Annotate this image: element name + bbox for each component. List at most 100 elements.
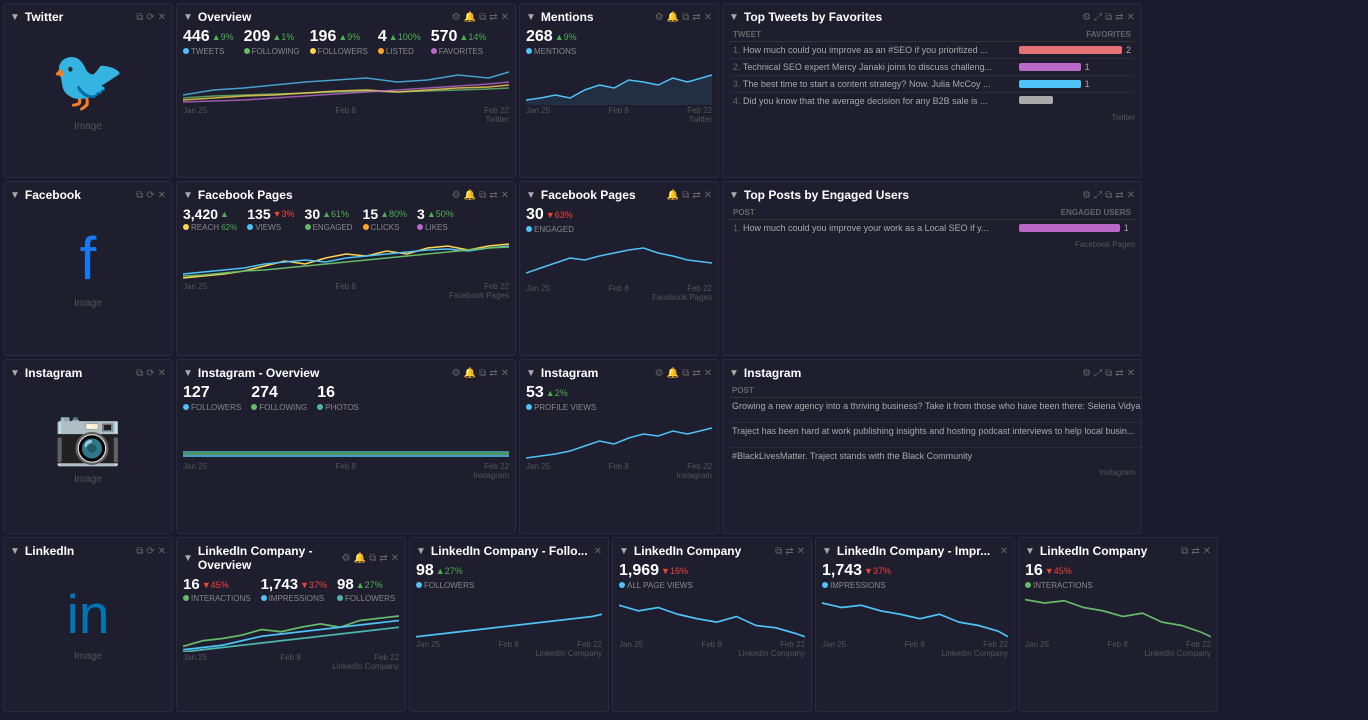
copy-icon[interactable]: ⧉ (1181, 546, 1188, 557)
gear-icon[interactable]: ⚙ (655, 368, 664, 379)
mentions-controls[interactable]: ⚙ 🔔 ⧉ ⇄ ✕ (655, 12, 712, 23)
resize-icon[interactable]: ⤢ (1094, 12, 1102, 23)
close-icon[interactable]: ✕ (1203, 546, 1211, 557)
arrow-icon: ▼ (526, 190, 536, 201)
close-icon[interactable]: ✕ (704, 190, 712, 201)
bell-icon[interactable]: 🔔 (464, 12, 476, 23)
copy-icon[interactable]: ⧉ (136, 12, 143, 23)
bell-icon[interactable]: 🔔 (667, 190, 679, 201)
share-icon[interactable]: ⇄ (489, 190, 497, 201)
copy-icon[interactable]: ⧉ (479, 190, 486, 201)
copy-icon[interactable]: ⧉ (1105, 368, 1112, 379)
close-icon[interactable]: ✕ (1127, 190, 1135, 201)
metric-reach: 3,420▲ REACH 62% (183, 206, 237, 232)
copy-icon[interactable]: ⧉ (775, 546, 782, 557)
share-icon[interactable]: ⇄ (1115, 12, 1123, 23)
close-icon[interactable]: ✕ (501, 12, 509, 23)
close-icon[interactable]: ✕ (1000, 546, 1008, 557)
resize-icon[interactable]: ⤢ (1094, 190, 1102, 201)
close-icon[interactable]: ✕ (594, 546, 602, 557)
panel-controls[interactable]: ⧉ ⟳ ✕ (136, 12, 166, 23)
share-icon[interactable]: ⇄ (489, 368, 497, 379)
close-icon[interactable]: ✕ (158, 368, 166, 379)
share-icon[interactable]: ⇄ (1115, 190, 1123, 201)
refresh-icon[interactable]: ⟳ (146, 12, 154, 23)
gear-icon[interactable]: ⚙ (342, 553, 351, 564)
bell-icon[interactable]: 🔔 (667, 368, 679, 379)
fb-pages-controls[interactable]: 🔔 ⧉ ⇄ ✕ (667, 190, 712, 201)
copy-icon[interactable]: ⧉ (479, 12, 486, 23)
top-tweets-controls[interactable]: ⚙ ⤢ ⧉ ⇄ ✕ (1082, 12, 1135, 23)
copy-icon[interactable]: ⧉ (682, 368, 689, 379)
ig-followers-label: FOLLOWERS (183, 403, 241, 412)
resize-icon[interactable]: ⤢ (1094, 368, 1102, 379)
gear-icon[interactable]: ⚙ (452, 12, 461, 23)
gear-icon[interactable]: ⚙ (655, 12, 664, 23)
close-icon[interactable]: ✕ (704, 12, 712, 23)
close-icon[interactable]: ✕ (704, 368, 712, 379)
refresh-icon[interactable]: ⟳ (146, 190, 154, 201)
li-company-last-panel: ▼ LinkedIn Company ⧉ ⇄ ✕ 16▼45% INTERACT… (1018, 537, 1218, 712)
fb-controls[interactable]: ⧉ ⟳ ✕ (136, 190, 166, 201)
bell-icon[interactable]: 🔔 (354, 553, 366, 564)
post-text: How much could you improve your work as … (743, 223, 988, 233)
li-co-last-source: LinkedIn Company (1025, 649, 1211, 658)
close-icon[interactable]: ✕ (158, 12, 166, 23)
close-icon[interactable]: ✕ (391, 553, 399, 564)
refresh-icon[interactable]: ⟳ (146, 546, 154, 557)
copy-icon[interactable]: ⧉ (1105, 190, 1112, 201)
copy-icon[interactable]: ⧉ (136, 190, 143, 201)
copy-icon[interactable]: ⧉ (369, 553, 376, 564)
copy-icon[interactable]: ⧉ (479, 368, 486, 379)
metric-mentions: 268▲9% MENTIONS (526, 28, 577, 56)
li-co-impressions-title: LinkedIn Company - Impr... (837, 544, 990, 558)
gear-icon[interactable]: ⚙ (1082, 190, 1091, 201)
close-icon[interactable]: ✕ (797, 546, 805, 557)
share-icon[interactable]: ⇄ (785, 546, 793, 557)
close-icon[interactable]: ✕ (501, 368, 509, 379)
followers-label: FOLLOWERS (310, 47, 368, 56)
ig-title: Instagram (541, 366, 598, 380)
copy-icon[interactable]: ⧉ (136, 368, 143, 379)
copy-icon[interactable]: ⧉ (682, 190, 689, 201)
li-co-overview-controls[interactable]: ⚙ 🔔 ⧉ ⇄ ✕ (342, 553, 399, 564)
copy-icon[interactable]: ⧉ (136, 546, 143, 557)
ig-posts-controls[interactable]: ⚙ ⤢ ⧉ ⇄ ✕ (1082, 368, 1135, 379)
fb-pages-overview-controls[interactable]: ⚙ 🔔 ⧉ ⇄ ✕ (452, 190, 509, 201)
bell-icon[interactable]: 🔔 (464, 190, 476, 201)
bell-icon[interactable]: 🔔 (464, 368, 476, 379)
mentions-pct: ▲9% (555, 32, 577, 42)
close-icon[interactable]: ✕ (1127, 368, 1135, 379)
top-posts-controls[interactable]: ⚙ ⤢ ⧉ ⇄ ✕ (1082, 190, 1135, 201)
li-co-last-controls[interactable]: ⧉ ⇄ ✕ (1181, 546, 1211, 557)
li-co-impressions-controls[interactable]: ✕ (1000, 546, 1008, 557)
copy-icon[interactable]: ⧉ (682, 12, 689, 23)
share-icon[interactable]: ⇄ (1191, 546, 1199, 557)
gear-icon[interactable]: ⚙ (452, 190, 461, 201)
copy-icon[interactable]: ⧉ (1105, 12, 1112, 23)
close-icon[interactable]: ✕ (1127, 12, 1135, 23)
share-icon[interactable]: ⇄ (489, 12, 497, 23)
share-icon[interactable]: ⇄ (692, 368, 700, 379)
gear-icon[interactable]: ⚙ (1082, 368, 1091, 379)
gear-icon[interactable]: ⚙ (1082, 12, 1091, 23)
ig-overview-controls[interactable]: ⚙ 🔔 ⧉ ⇄ ✕ (452, 368, 509, 379)
share-icon[interactable]: ⇄ (692, 12, 700, 23)
ig-panel-controls[interactable]: ⚙ 🔔 ⧉ ⇄ ✕ (655, 368, 712, 379)
share-icon[interactable]: ⇄ (379, 553, 387, 564)
li-co-followers-controls[interactable]: ✕ (594, 546, 602, 557)
li-logo-controls[interactable]: ⧉ ⟳ ✕ (136, 546, 166, 557)
overview-controls[interactable]: ⚙ 🔔 ⧉ ⇄ ✕ (452, 12, 509, 23)
close-icon[interactable]: ✕ (158, 190, 166, 201)
share-icon[interactable]: ⇄ (692, 190, 700, 201)
reach-label: REACH 62% (183, 223, 237, 232)
ig-logo-controls[interactable]: ⧉ ⟳ ✕ (136, 368, 166, 379)
li-co-controls[interactable]: ⧉ ⇄ ✕ (775, 546, 805, 557)
gear-icon[interactable]: ⚙ (452, 368, 461, 379)
share-icon[interactable]: ⇄ (1115, 368, 1123, 379)
bell-icon[interactable]: 🔔 (667, 12, 679, 23)
refresh-icon[interactable]: ⟳ (146, 368, 154, 379)
close-icon[interactable]: ✕ (158, 546, 166, 557)
mentions-title: Mentions (541, 10, 594, 24)
close-icon[interactable]: ✕ (501, 190, 509, 201)
